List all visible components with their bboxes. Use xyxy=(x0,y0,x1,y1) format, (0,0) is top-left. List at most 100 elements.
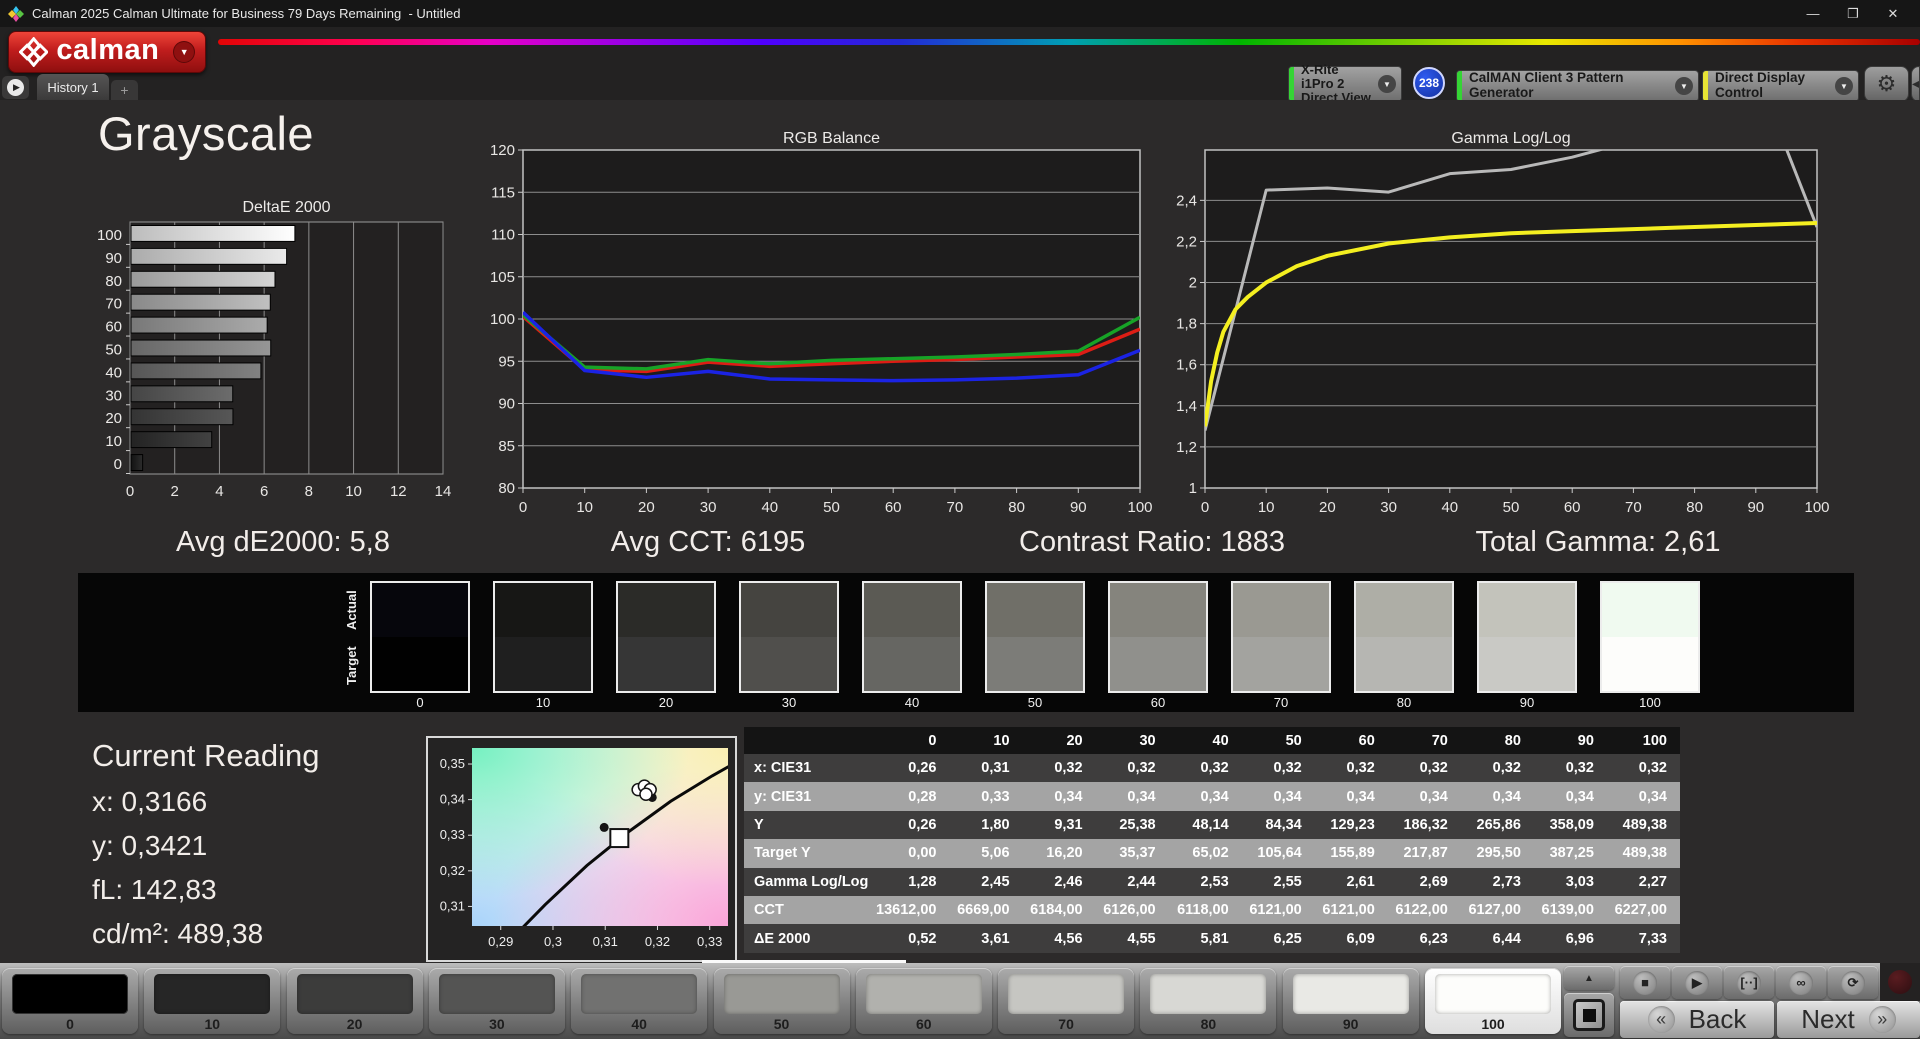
table-cell: 0,34 xyxy=(1168,782,1242,811)
table-cell: 0,32 xyxy=(1095,754,1169,783)
table-cell: 6127,00 xyxy=(1460,895,1534,925)
close-button[interactable]: ✕ xyxy=(1876,3,1910,25)
next-button[interactable]: Next » xyxy=(1777,1001,1920,1038)
current-reading-title: Current Reading xyxy=(92,738,320,773)
swatch-label: 50 xyxy=(1027,695,1043,710)
table-cell: 155,89 xyxy=(1314,839,1388,868)
swatch-60 xyxy=(1108,581,1208,693)
cie-chromaticity-chart: 0,35 0,34 0,33 0,32 0,31 0,29 0,3 0,31 0,32 0,33 xyxy=(426,736,737,962)
x-tick-label: 30 xyxy=(700,499,717,516)
continuous-measure-button[interactable]: ∞ xyxy=(1776,966,1826,999)
patch-label: 30 xyxy=(489,1016,505,1032)
bar-10 xyxy=(130,431,213,449)
table-cell: 2,44 xyxy=(1095,867,1169,896)
swatch-actual-100 xyxy=(1602,583,1698,637)
y-tick-label: 1,2 xyxy=(1176,439,1197,456)
pattern-patch-40[interactable]: 40 xyxy=(571,968,708,1034)
patch-color-chip xyxy=(865,974,982,1014)
y-tick-label: 50 xyxy=(105,342,122,359)
x-tick-label: 10 xyxy=(345,483,362,500)
x-tick-label: 90 xyxy=(1070,499,1087,516)
y-tick-label: 115 xyxy=(491,184,515,201)
table-cell: 1,28 xyxy=(876,867,950,896)
pattern-patch-30[interactable]: 30 xyxy=(428,968,565,1034)
deltae-bar-chart: DeltaE 20000 2 4 6 8 10 12 14100908070605040302… xyxy=(97,199,451,500)
bar-20 xyxy=(130,408,234,426)
pattern-patch-50[interactable]: 50 xyxy=(713,968,850,1034)
x-tick-label: 70 xyxy=(947,499,964,516)
pattern-patch-10[interactable]: 10 xyxy=(144,968,281,1034)
pattern-patch-70[interactable]: 70 xyxy=(998,968,1135,1034)
summary-stat: Avg CCT: 6195 xyxy=(610,526,806,558)
table-cell: 6,96 xyxy=(1533,924,1607,953)
display-control-dropdown[interactable]: Direct Display Control ▼ xyxy=(1702,70,1859,102)
y-tick-label: 2,4 xyxy=(1176,192,1197,209)
tab-history-1[interactable]: History 1 xyxy=(37,74,109,100)
pattern-patch-90[interactable]: 90 xyxy=(1282,968,1419,1034)
chevron-down-icon[interactable]: ▼ xyxy=(173,41,195,63)
pattern-patch-20[interactable]: 20 xyxy=(286,968,423,1034)
refresh-icon: ⟳ xyxy=(1841,970,1865,995)
table-cell: 0,52 xyxy=(876,924,950,953)
chart-title: DeltaE 2000 xyxy=(242,199,330,216)
y-tick-label: 95 xyxy=(498,353,515,370)
add-tab-button[interactable]: + xyxy=(111,80,138,100)
expand-panel-button[interactable]: ▲ xyxy=(1564,966,1614,990)
patch-label: 0 xyxy=(66,1016,74,1032)
stop-button[interactable]: ■ xyxy=(1620,966,1670,999)
pattern-patch-80[interactable]: 80 xyxy=(1140,968,1277,1034)
x-tick-label: 4 xyxy=(215,483,223,500)
table-cell: 2,46 xyxy=(1022,867,1096,896)
restore-button[interactable]: ❐ xyxy=(1836,3,1870,25)
swatch-0 xyxy=(370,581,470,693)
table-cell: 84,34 xyxy=(1241,810,1315,840)
y-tick-label: 80 xyxy=(105,273,122,290)
table-cell: 186,32 xyxy=(1387,810,1461,840)
refresh-button[interactable]: ⟳ xyxy=(1828,966,1878,999)
current-reading-line: y: 0,3421 xyxy=(92,830,208,861)
tab-scroll-button[interactable]: ▶ xyxy=(2,76,29,99)
pattern-source-dropdown[interactable]: CalMAN Client 3 Pattern Generator ▼ xyxy=(1456,70,1699,102)
x-tick-label: 100 xyxy=(1804,499,1829,516)
patch-color-chip xyxy=(438,974,555,1014)
swatch-30 xyxy=(739,581,839,693)
table-cell: 0,34 xyxy=(1022,782,1096,811)
pattern-window-button[interactable] xyxy=(1564,993,1614,1037)
play-button[interactable]: ▶ xyxy=(1672,966,1722,999)
next-label: Next xyxy=(1801,1004,1855,1034)
measurement-count-badge[interactable]: 238 xyxy=(1413,67,1445,99)
status-indicator xyxy=(1888,970,1912,994)
swatch-label: 30 xyxy=(781,695,797,710)
patch-color-chip xyxy=(1292,974,1409,1014)
measure-series-button[interactable]: [··] xyxy=(1724,966,1774,999)
current-reading-line: fL: 142,83 xyxy=(92,874,217,905)
minimize-button[interactable]: — xyxy=(1796,3,1830,25)
x-tick-label: 60 xyxy=(1564,499,1581,516)
patch-label: 60 xyxy=(916,1016,932,1032)
patch-label: 100 xyxy=(1481,1016,1505,1032)
collapse-panel-button[interactable]: ◀ xyxy=(1911,66,1920,102)
x-tick-label: 70 xyxy=(1625,499,1642,516)
table-cell: 1,80 xyxy=(949,810,1023,840)
y-tick-label: 85 xyxy=(498,438,515,455)
source-label: CalMAN Client 3 Pattern Generator xyxy=(1469,70,1624,100)
y-tick-label: 100 xyxy=(490,311,515,328)
calman-menu-button[interactable]: calman ▼ xyxy=(8,31,206,73)
swatch-actual-80 xyxy=(1356,583,1452,637)
x-tick-label: 0,31 xyxy=(593,934,618,949)
meter-dropdown[interactable]: X-Rite i1Pro 2 Direct View ▼ xyxy=(1288,62,1402,105)
gamma-line-chart: Gamma Log/Log 1 1,2 1,4 1,6 1,8 2 2,2 2,4 0 10 20 30… xyxy=(1176,130,1829,516)
settings-gear-button[interactable]: ⚙ xyxy=(1864,66,1909,102)
pattern-patch-60[interactable]: 60 xyxy=(855,968,992,1034)
x-tick-label: 0,32 xyxy=(645,934,670,949)
back-button[interactable]: « Back xyxy=(1620,1001,1774,1038)
swatch-actual-60 xyxy=(1110,583,1206,637)
bar-60 xyxy=(130,316,268,334)
calman-wordmark: calman xyxy=(56,33,160,66)
pattern-patch-100[interactable]: 100 xyxy=(1425,968,1561,1034)
patch-label: 40 xyxy=(631,1016,647,1032)
table-cell: 0,32 xyxy=(1533,754,1607,783)
table-cell: 6118,00 xyxy=(1168,895,1242,925)
pattern-patch-0[interactable]: 0 xyxy=(2,968,138,1034)
table-cell: 6,25 xyxy=(1241,924,1315,953)
